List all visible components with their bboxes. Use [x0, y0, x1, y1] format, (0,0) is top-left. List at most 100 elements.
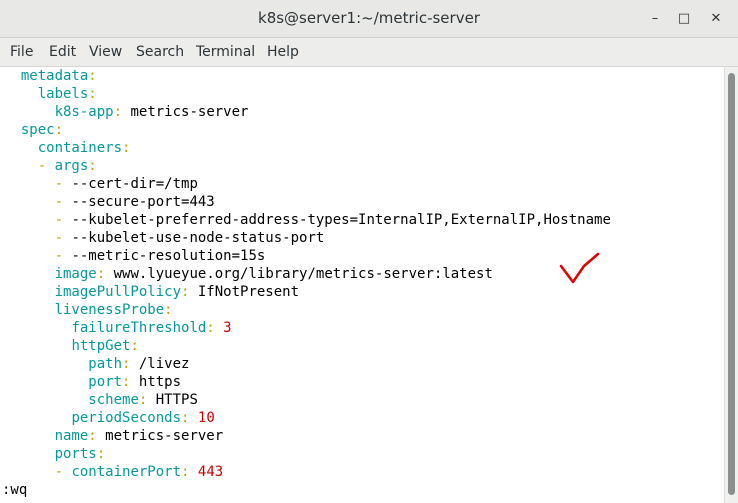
yaml-key: spec [20, 122, 55, 138]
yaml-key: containerPort [71, 464, 182, 480]
yaml-key: scheme [88, 392, 139, 408]
yaml-value: metrics-server [122, 104, 249, 120]
scrollbar-thumb[interactable] [728, 73, 735, 495]
yaml-key: image [54, 266, 97, 282]
colon: : [130, 338, 139, 354]
yaml-number: 10 [197, 410, 215, 426]
yaml-key: args [54, 158, 89, 174]
code-line: scheme: HTTPS [4, 391, 198, 409]
yaml-value: --cert-dir=/tmp [71, 176, 198, 192]
code-line: - --kubelet-preferred-address-types=Inte… [4, 211, 611, 229]
yaml-key: imagePullPolicy [54, 284, 182, 300]
yaml-key: metadata [20, 68, 89, 84]
code-line: periodSeconds: 10 [4, 409, 215, 427]
code-line: - containerPort: 443 [4, 463, 224, 481]
yaml-key: name [54, 428, 89, 444]
list-dash: - [54, 194, 72, 210]
yaml-value: HTTPS [147, 392, 198, 408]
menu-help[interactable]: Help [267, 38, 299, 66]
code-line: containers: [4, 139, 131, 157]
code-line: httpGet: [4, 337, 139, 355]
colon: : [164, 302, 173, 318]
colon: : [96, 446, 106, 462]
yaml-key: httpGet [71, 338, 131, 354]
list-dash: - [54, 248, 72, 264]
list-dash: - [37, 158, 55, 174]
code-line: name: metrics-server [4, 427, 224, 445]
close-button[interactable]: ✕ [705, 8, 727, 30]
yaml-key: k8s-app [54, 104, 114, 120]
menu-file[interactable]: File [10, 38, 33, 66]
list-dash: - [54, 176, 72, 192]
menu-bar: File Edit View Search Terminal Help [0, 38, 738, 67]
yaml-key: path [88, 356, 123, 372]
colon: : [206, 320, 215, 336]
maximize-button[interactable]: □ [673, 8, 695, 30]
yaml-key: containers [37, 140, 123, 156]
code-line: - --cert-dir=/tmp [4, 175, 198, 193]
code-line: - --metric-resolution=15s [4, 247, 266, 265]
scrollbar[interactable] [724, 67, 738, 503]
list-dash: - [54, 464, 72, 480]
list-dash: - [54, 230, 72, 246]
menu-terminal[interactable]: Terminal [196, 38, 255, 66]
checkmark-icon [559, 252, 600, 284]
code-line: labels: [4, 85, 97, 103]
yaml-value: metrics-server [96, 428, 224, 444]
code-line: metadata: [4, 67, 97, 85]
yaml-key: ports [54, 446, 97, 462]
minimize-button[interactable]: – [644, 8, 666, 30]
yaml-value: https [130, 374, 182, 390]
code-line: ports: [4, 445, 106, 463]
menu-search[interactable]: Search [136, 38, 184, 66]
yaml-key: livenessProbe [54, 302, 165, 318]
colon: : [88, 68, 97, 84]
vim-command-line: :wq [2, 482, 28, 498]
menu-edit[interactable]: Edit [49, 38, 76, 66]
yaml-value: --metric-resolution=15s [71, 248, 266, 264]
title-bar[interactable]: k8s@server1:~/metric-server – □ ✕ [0, 0, 738, 38]
terminal-content[interactable]: metadata: labels: k8s-app: metrics-serve… [0, 67, 724, 503]
code-line: failureThreshold: 3 [4, 319, 232, 337]
yaml-value: --kubelet-use-node-status-port [71, 230, 325, 246]
yaml-key: failureThreshold [71, 320, 207, 336]
yaml-value: IfNotPresent [189, 284, 300, 300]
code-line: livenessProbe: [4, 301, 173, 319]
yaml-key: periodSeconds [71, 410, 182, 426]
code-line: k8s-app: metrics-server [4, 103, 249, 121]
colon: : [96, 266, 106, 282]
terminal-window: k8s@server1:~/metric-server – □ ✕ File E… [0, 0, 738, 503]
yaml-number: 443 [197, 464, 224, 480]
list-dash: - [54, 212, 72, 228]
colon: : [88, 428, 97, 444]
code-line: - --secure-port=443 [4, 193, 215, 211]
yaml-value: www.lyueyue.org/library/metrics-server:l… [105, 266, 493, 282]
code-line: image: www.lyueyue.org/library/metrics-s… [4, 265, 493, 283]
yaml-number: 3 [223, 320, 232, 336]
menu-view[interactable]: View [89, 38, 122, 66]
